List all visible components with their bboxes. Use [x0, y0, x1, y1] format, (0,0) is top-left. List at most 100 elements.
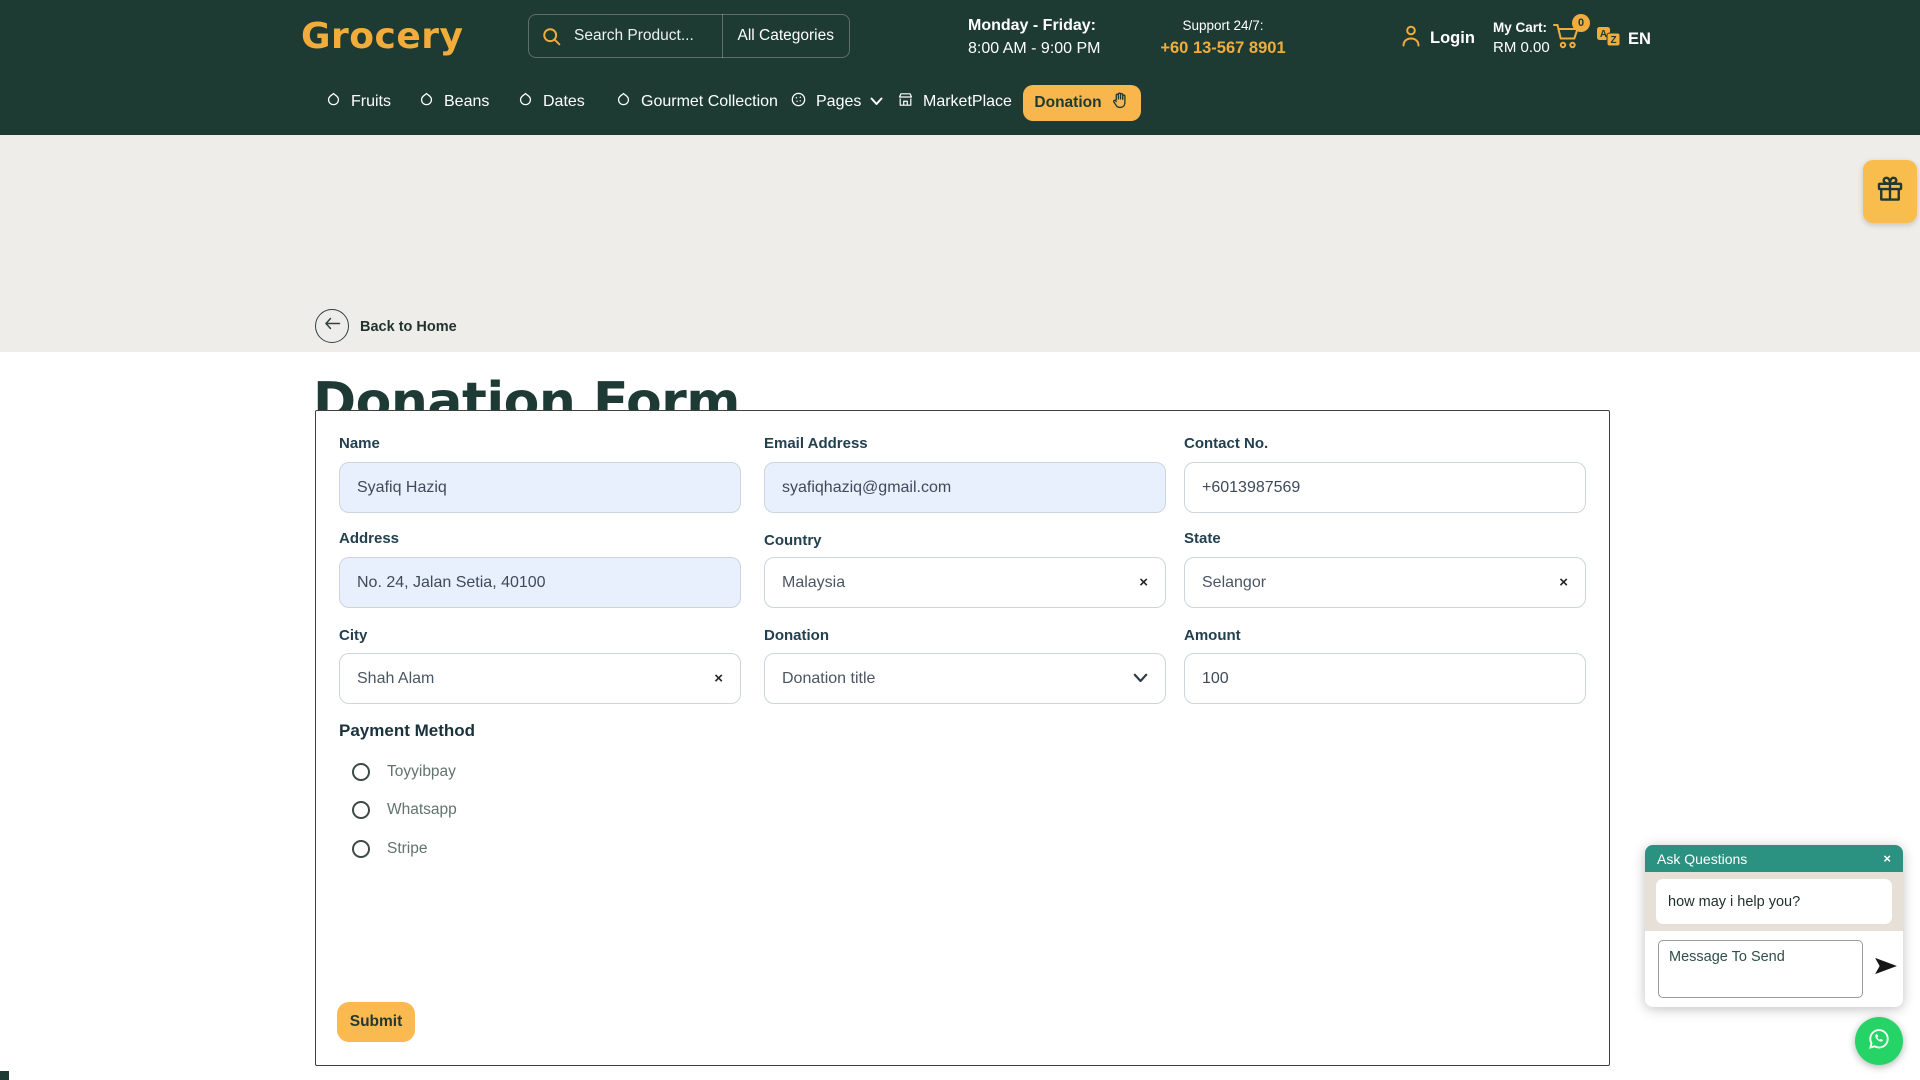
opening-hours-time: 8:00 AM - 9:00 PM	[968, 40, 1101, 57]
name-input[interactable]	[339, 462, 741, 513]
submit-button[interactable]: Submit	[337, 1002, 415, 1042]
nav-item-marketplace[interactable]: MarketPlace	[897, 91, 1012, 113]
clear-city-icon[interactable]: ×	[714, 671, 723, 686]
radio-stripe[interactable]	[352, 840, 370, 858]
nav-item-beans[interactable]: Beans	[418, 91, 489, 113]
send-button[interactable]	[1873, 956, 1899, 979]
page: Grocery All Categories Monday - Friday: …	[0, 0, 1920, 1080]
payment-option-toyyibpay[interactable]: Toyyibpay	[352, 763, 456, 781]
city-label: City	[339, 627, 368, 644]
gift-floating-button[interactable]	[1863, 160, 1917, 223]
nav-label: Beans	[444, 93, 490, 110]
language-switcher[interactable]: A Z EN	[1596, 25, 1651, 54]
search-bar: All Categories	[528, 14, 850, 58]
chevron-down-icon	[870, 93, 883, 111]
fruit-icon	[517, 91, 534, 113]
fruit-icon	[325, 91, 342, 113]
chat-body: how may i help you?	[1645, 872, 1903, 931]
contact-input[interactable]	[1184, 462, 1586, 513]
country-label: Country	[764, 532, 822, 549]
payment-option-stripe[interactable]: Stripe	[352, 840, 428, 858]
email-label: Email Address	[764, 435, 868, 452]
support-label: Support 24/7:	[1182, 18, 1264, 33]
footer-edge	[0, 1071, 9, 1080]
cookie-icon	[790, 91, 807, 113]
support-block: Support 24/7: +60 13-567 8901	[1158, 18, 1288, 58]
cart-amount: RM 0.00	[1493, 39, 1550, 56]
city-select[interactable]: Shah Alam ×	[339, 653, 741, 704]
donation-nav-button[interactable]: Donation	[1023, 85, 1141, 121]
whatsapp-icon	[1864, 1024, 1894, 1059]
cart-summary[interactable]: My Cart: RM 0.00	[1493, 20, 1550, 56]
amount-input[interactable]	[1184, 653, 1586, 704]
svg-text:Z: Z	[1610, 35, 1616, 46]
clear-country-icon[interactable]: ×	[1139, 575, 1148, 590]
store-icon	[897, 91, 914, 113]
donation-select[interactable]: Donation title	[764, 653, 1166, 704]
nav-item-gourmet-collection[interactable]: Gourmet Collection	[615, 91, 778, 113]
back-to-home-link[interactable]: Back to Home	[360, 319, 457, 335]
state-select[interactable]: Selangor ×	[1184, 557, 1586, 608]
svg-text:A: A	[1600, 29, 1607, 40]
nav-label: Gourmet Collection	[641, 93, 778, 110]
support-phone[interactable]: +60 13-567 8901	[1158, 39, 1288, 58]
all-categories-dropdown[interactable]: All Categories	[723, 15, 850, 57]
chat-bot-message: how may i help you?	[1656, 879, 1892, 924]
page-hero: Back to Home Donation Form	[0, 135, 1920, 432]
opening-hours: Monday - Friday: 8:00 AM - 9:00 PM	[968, 17, 1101, 58]
country-select[interactable]: Malaysia ×	[764, 557, 1166, 608]
cart-label: My Cart:	[1493, 20, 1548, 35]
radio-label: Stripe	[387, 840, 428, 857]
address-input[interactable]	[339, 557, 741, 608]
back-arrow-button[interactable]	[315, 309, 349, 343]
radio-whatsapp[interactable]	[352, 801, 370, 819]
chat-header[interactable]: Ask Questions ×	[1645, 845, 1903, 872]
radio-toyyibpay[interactable]	[352, 763, 370, 781]
donation-value: Donation title	[782, 669, 876, 687]
nav-label: MarketPlace	[923, 93, 1012, 110]
send-icon	[1873, 957, 1899, 979]
country-value: Malaysia	[782, 573, 846, 591]
chat-title: Ask Questions	[1657, 850, 1748, 867]
payment-method-heading: Payment Method	[339, 721, 476, 740]
amount-label: Amount	[1184, 627, 1241, 644]
nav-label: Fruits	[351, 93, 391, 110]
cart-count-badge: 0	[1572, 14, 1590, 32]
fruit-icon	[418, 91, 435, 113]
city-value: Shah Alam	[357, 669, 435, 687]
arrow-left-icon	[324, 317, 341, 335]
nav-item-pages[interactable]: Pages	[790, 91, 883, 113]
search-input[interactable]	[566, 27, 722, 45]
name-label: Name	[339, 435, 380, 452]
email-input[interactable]	[764, 462, 1166, 513]
gift-icon	[1875, 174, 1905, 209]
radio-label: Whatsapp	[387, 801, 457, 818]
address-label: Address	[339, 530, 400, 547]
search-icon	[529, 26, 566, 47]
nav-label: Dates	[543, 93, 585, 110]
nav-item-dates[interactable]: Dates	[517, 91, 585, 113]
donation-button-label: Donation	[1034, 94, 1102, 111]
clear-state-icon[interactable]: ×	[1559, 575, 1568, 590]
payment-option-whatsapp[interactable]: Whatsapp	[352, 801, 457, 819]
chat-message-input[interactable]	[1658, 940, 1863, 998]
nav-label: Pages	[816, 93, 862, 110]
chevron-down-icon	[1133, 670, 1148, 688]
chat-footer	[1645, 931, 1903, 1007]
giving-hand-icon	[1111, 92, 1130, 114]
user-icon	[1400, 24, 1422, 53]
chat-widget: Ask Questions × how may i help you?	[1645, 845, 1903, 1007]
state-value: Selangor	[1202, 573, 1267, 591]
language-label: EN	[1628, 30, 1651, 48]
contact-label: Contact No.	[1184, 435, 1269, 452]
header: Grocery All Categories Monday - Friday: …	[0, 0, 1920, 135]
close-icon[interactable]: ×	[1883, 851, 1891, 866]
whatsapp-floating-button[interactable]	[1855, 1017, 1903, 1065]
nav-item-fruits[interactable]: Fruits	[325, 91, 391, 113]
translate-icon: A Z	[1596, 25, 1622, 54]
site-logo[interactable]: Grocery	[301, 16, 464, 57]
fruit-icon	[615, 91, 632, 113]
login-label: Login	[1430, 29, 1475, 47]
opening-hours-days: Monday - Friday:	[968, 17, 1097, 34]
login-button[interactable]: Login	[1400, 24, 1475, 53]
